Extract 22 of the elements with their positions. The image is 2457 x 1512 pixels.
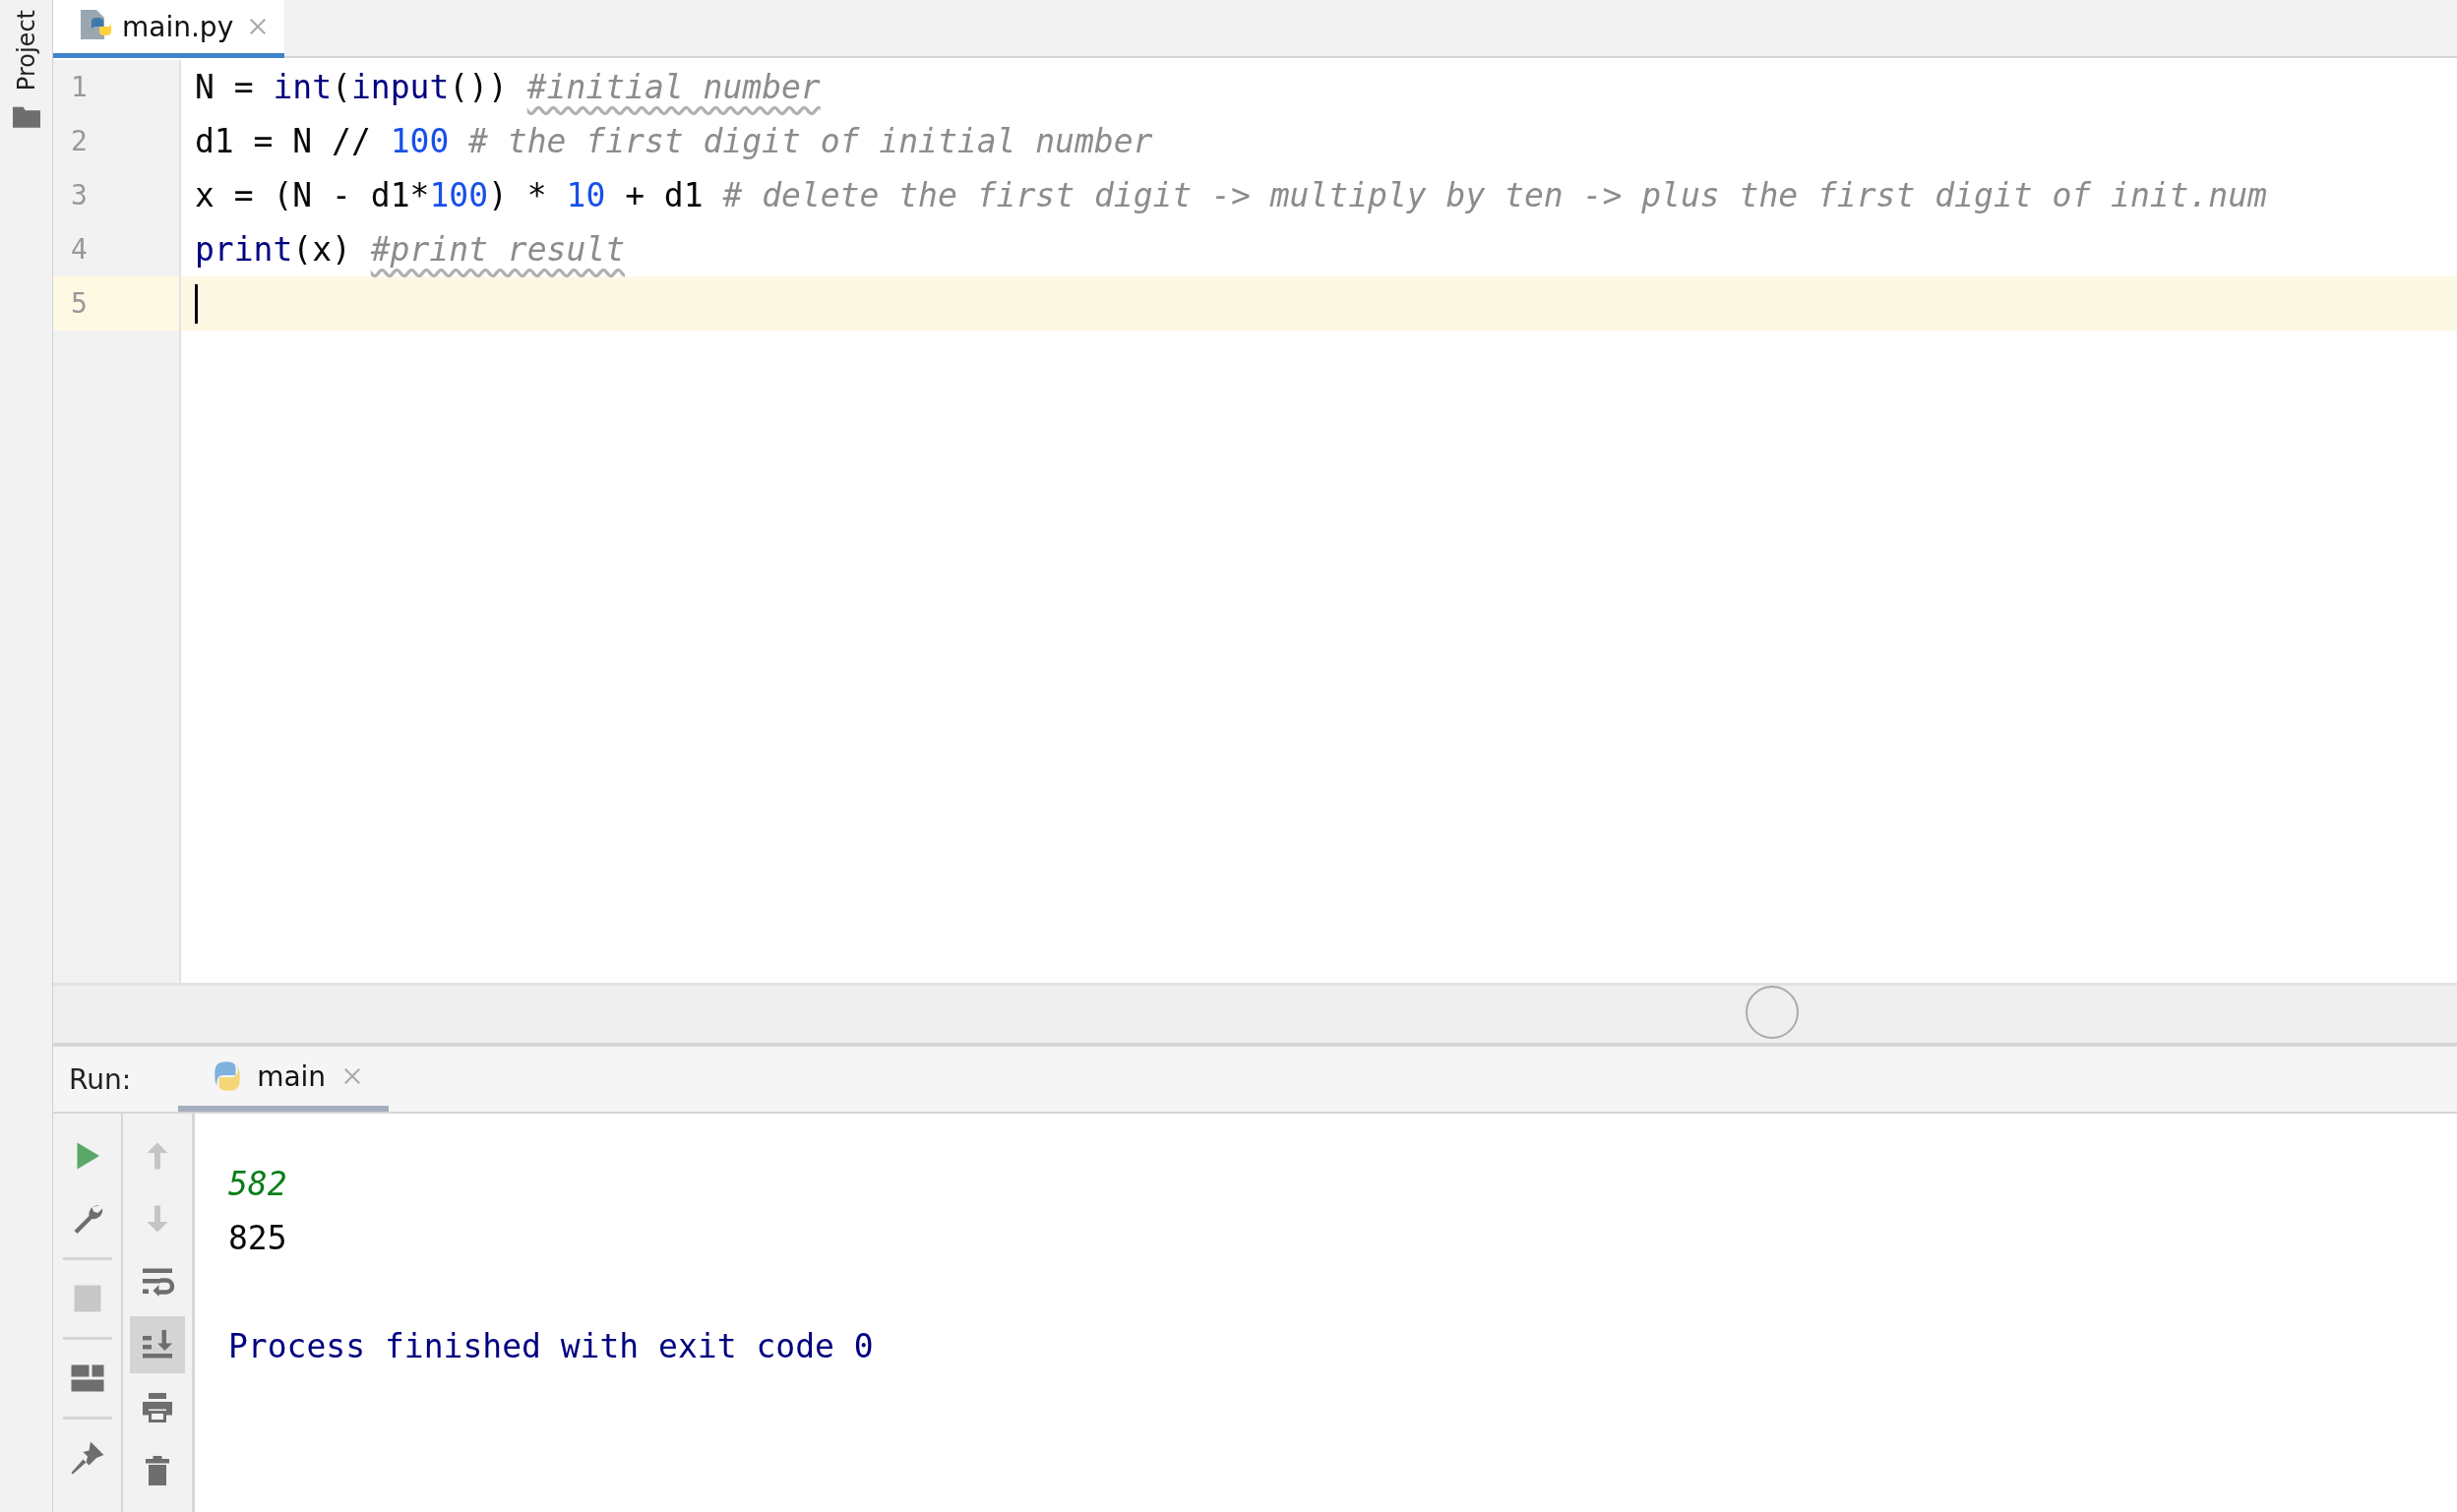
console-line: 825 <box>228 1218 288 1259</box>
run-label: Run: <box>69 1062 132 1096</box>
code-line: x = (N - d1*100) * 10 + d1 # delete the first digit -> multiply by ten -> plus the first digit of init.num <box>195 176 2267 214</box>
code-line: N = int(input()) #initial number <box>195 68 821 106</box>
line-number: 5 <box>71 287 88 320</box>
editor-tab[interactable]: main.py <box>53 0 285 58</box>
close-icon[interactable] <box>249 18 268 35</box>
console-line: 582 <box>228 1164 288 1205</box>
scroll-to-end-icon[interactable] <box>130 1316 185 1373</box>
code-line: d1 = N // 100 # the first digit of initial number <box>195 122 1153 160</box>
folder-icon[interactable] <box>12 104 40 129</box>
circle-marker <box>1746 986 1799 1039</box>
run-tab[interactable]: main <box>178 1047 390 1112</box>
line-number: 4 <box>71 233 88 266</box>
close-icon[interactable] <box>343 1067 362 1085</box>
code-line: print(x) #print result <box>195 230 626 269</box>
line-number: 2 <box>71 125 88 157</box>
line-number: 3 <box>71 179 88 212</box>
console-line: Process finished with exit code 0 <box>228 1326 875 1367</box>
line-number: 1 <box>71 71 88 103</box>
project-tab[interactable]: Project <box>12 10 40 91</box>
text-caret <box>195 283 198 324</box>
